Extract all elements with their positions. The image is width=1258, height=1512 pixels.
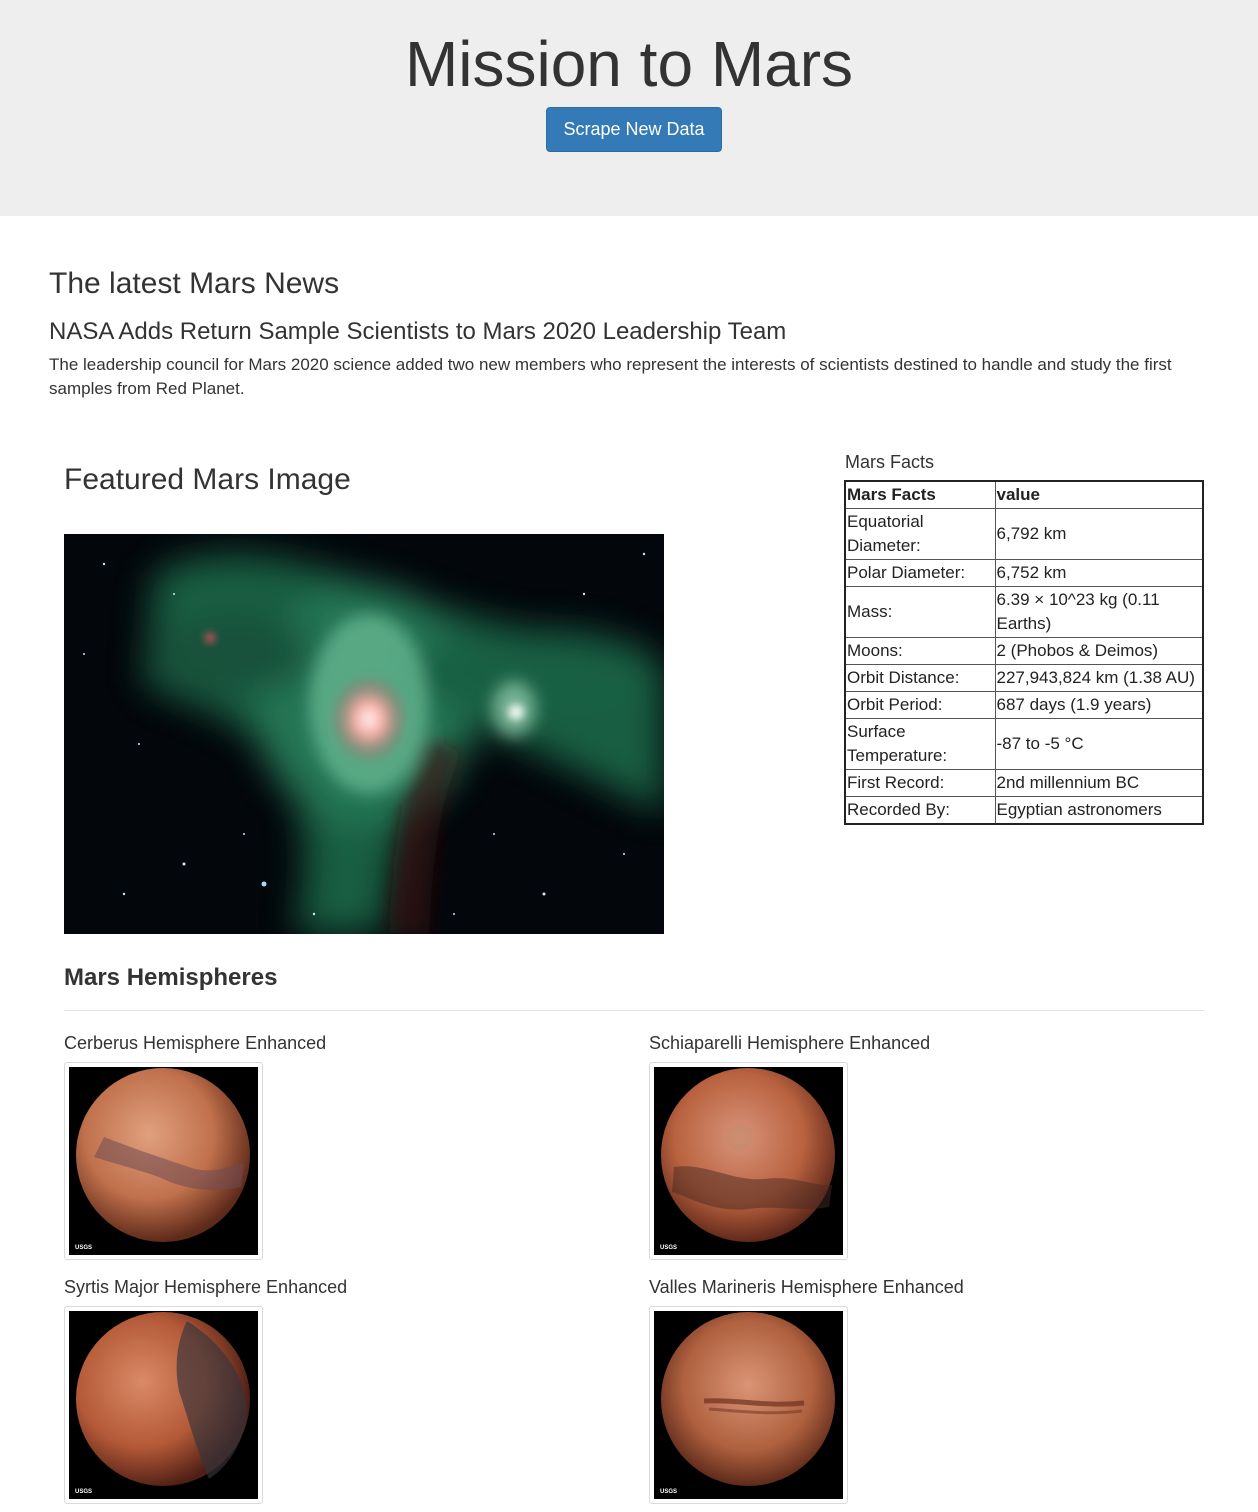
hemisphere-thumbnail-schiaparelli[interactable]: USGS xyxy=(649,1062,848,1260)
fact-value: 6.39 × 10^23 kg (0.11 Earths) xyxy=(994,586,1204,638)
usgs-logo: USGS xyxy=(660,1489,677,1495)
mars-facts-table: Mars Facts value Equatorial Diameter: 6,7… xyxy=(844,480,1204,825)
column-header: Mars Facts xyxy=(844,480,996,509)
fact-label: Moons: xyxy=(844,637,996,665)
jumbotron-header: Mission to Mars Scrape New Data xyxy=(0,0,1258,216)
hemisphere-thumbnail-valles-marineris[interactable]: USGS xyxy=(649,1306,848,1504)
fact-label: Mass: xyxy=(844,586,996,638)
fact-value: -87 to -5 °C xyxy=(994,718,1204,770)
fact-label: Surface Temperature: xyxy=(844,718,996,770)
table-row: First Record: 2nd millennium BC xyxy=(844,769,1204,797)
usgs-logo: USGS xyxy=(75,1489,92,1495)
fact-label: First Record: xyxy=(844,769,996,797)
table-row: Mass: 6.39 × 10^23 kg (0.11 Earths) xyxy=(844,586,1204,638)
page-title: Mission to Mars xyxy=(404,28,854,100)
fact-value: 227,943,824 km (1.38 AU) xyxy=(994,664,1204,692)
hemisphere-card-syrtis-major: Syrtis Major Hemisphere Enhanced USGS xyxy=(64,1275,564,1504)
table-row: Orbit Distance: 227,943,824 km (1.38 AU) xyxy=(844,664,1204,692)
table-row: Surface Temperature: -87 to -5 °C xyxy=(844,718,1204,770)
hemisphere-card-schiaparelli: Schiaparelli Hemisphere Enhanced USGS xyxy=(649,1031,1149,1260)
hemisphere-thumbnail-cerberus[interactable]: USGS xyxy=(64,1062,263,1260)
featured-mars-image[interactable] xyxy=(64,534,664,934)
fact-label: Recorded By: xyxy=(844,796,996,825)
table-row: Moons: 2 (Phobos & Deimos) xyxy=(844,637,1204,665)
facts-caption: Mars Facts xyxy=(845,452,935,472)
fact-label: Orbit Distance: xyxy=(844,664,996,692)
fact-value: 6,752 km xyxy=(994,559,1204,587)
hemisphere-title: Valles Marineris Hemisphere Enhanced xyxy=(649,1277,964,1297)
table-row: Polar Diameter: 6,752 km xyxy=(844,559,1204,587)
hemisphere-title: Cerberus Hemisphere Enhanced xyxy=(64,1033,327,1053)
fact-value: Egyptian astronomers xyxy=(994,796,1204,825)
usgs-logo: USGS xyxy=(660,1245,677,1251)
fact-value: 2nd millennium BC xyxy=(994,769,1204,797)
fact-label: Orbit Period: xyxy=(844,691,996,719)
table-header-row: Mars Facts value xyxy=(844,480,1204,509)
hemisphere-title: Schiaparelli Hemisphere Enhanced xyxy=(649,1033,931,1053)
hemisphere-thumbnail-syrtis-major[interactable]: USGS xyxy=(64,1306,263,1504)
news-title: NASA Adds Return Sample Scientists to Ma… xyxy=(49,318,787,345)
usgs-logo: USGS xyxy=(75,1245,92,1251)
hemisphere-card-cerberus: Cerberus Hemisphere Enhanced USGS xyxy=(64,1031,564,1260)
fact-label: Polar Diameter: xyxy=(844,559,996,587)
table-row: Recorded By: Egyptian astronomers xyxy=(844,796,1204,825)
news-section-heading: The latest Mars News xyxy=(49,267,340,300)
table-row: Equatorial Diameter: 6,792 km xyxy=(844,508,1204,560)
fact-label: Equatorial Diameter: xyxy=(844,508,996,560)
scrape-new-data-button[interactable]: Scrape New Data xyxy=(546,107,722,152)
section-divider xyxy=(64,1010,1204,1011)
hemisphere-title: Syrtis Major Hemisphere Enhanced xyxy=(64,1277,348,1297)
column-header: value xyxy=(994,480,1204,509)
fact-value: 2 (Phobos & Deimos) xyxy=(994,637,1204,665)
news-teaser: The leadership council for Mars 2020 sci… xyxy=(49,355,1172,398)
table-row: Orbit Period: 687 days (1.9 years) xyxy=(844,691,1204,719)
fact-value: 6,792 km xyxy=(994,508,1204,560)
fact-value: 687 days (1.9 years) xyxy=(994,691,1204,719)
featured-image-heading: Featured Mars Image xyxy=(64,463,351,496)
hemispheres-heading: Mars Hemispheres xyxy=(64,964,278,991)
hemisphere-card-valles-marineris: Valles Marineris Hemisphere Enhanced USG… xyxy=(649,1275,1149,1504)
